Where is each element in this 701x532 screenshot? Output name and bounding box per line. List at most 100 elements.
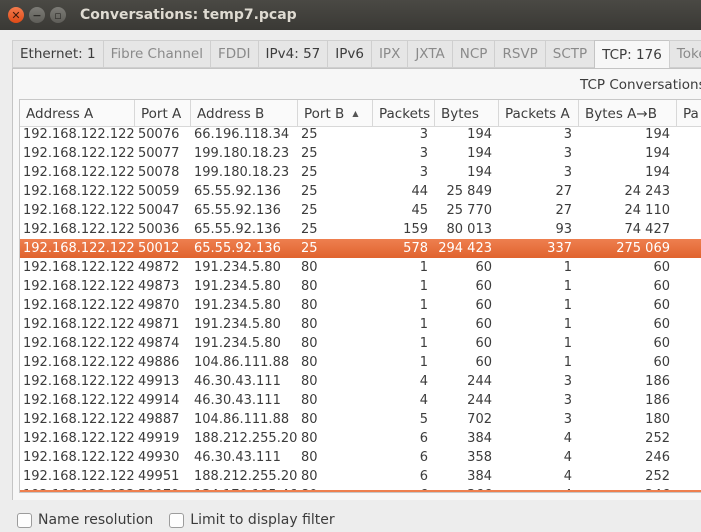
column-header-bytes[interactable]: Bytes [435,100,499,127]
table-cell: 80 [301,355,318,370]
column-header-port-b[interactable]: Port B ▲ [298,100,373,127]
table-row[interactable]: 192.168.122.122 49870 191.234.5.80 80 1 60 1 60 [20,296,701,315]
table-row[interactable]: 192.168.122.122 49886 104.86.111.88 80 1 60 1 6… [20,353,701,372]
table-cell: 191.234.5.80 [194,336,281,351]
table-row[interactable]: 192.168.122.122 49874 191.234.5.80 80 1 60 1 60 [20,334,701,353]
table-cell: 1 [419,317,428,332]
table-cell: 74 427 [624,222,671,237]
table-cell: 194 [467,146,492,161]
table-row[interactable]: 192.168.122.122 49872 191.234.5.80 80 1 60 1 60 [20,258,701,277]
maximize-window-button[interactable]: ▫ [50,7,66,23]
minimize-window-button[interactable]: − [29,7,45,23]
table-cell: 104.86.111.88 [194,412,290,427]
table-row[interactable]: 192.168.122.122 49871 191.234.5.80 80 1 60 1 60 [20,315,701,334]
minimize-icon: − [32,8,42,22]
table-cell: 49873 [138,279,180,294]
tab-jxta[interactable]: JXTA [407,40,452,68]
table-cell: 1 [419,260,428,275]
table-cell: 65.55.92.136 [194,203,281,218]
tab-ethernet-1[interactable]: Ethernet: 1 [12,40,103,68]
table-cell: 66.196.118.34 [194,127,290,142]
column-header-label: Pa [683,105,699,122]
table-cell: 192.168.122.122 [23,355,135,370]
table-row[interactable]: 192.168.122.122 50047 65.55.92.136 25 45 25 7… [20,201,701,220]
table-cell: 192.168.122.122 [23,393,135,408]
table-cell: 80 [301,279,318,294]
table-cell: 194 [645,146,670,161]
table-cell: 60 [475,336,492,351]
column-header-port-a[interactable]: Port A [135,100,191,127]
table-cell: 80 [301,431,318,446]
window-title: Conversations: temp7.pcap [80,7,297,23]
table-cell: 180 [645,412,670,427]
column-header-pa[interactable]: Pa [677,100,701,127]
column-header-bytes-a-b[interactable]: Bytes A→B [579,100,677,127]
table-row[interactable]: 192.168.122.122 50078 199.180.18.23 25 3 194 3… [20,163,701,182]
column-header-address-a[interactable]: Address A [20,100,135,127]
table-cell: 25 [301,127,318,142]
tab-fibre-channel[interactable]: Fibre Channel [102,40,210,68]
table-cell: 3 [419,165,428,180]
name-resolution-checkbox[interactable]: Name resolution [17,512,153,528]
tab-tcp-176[interactable]: TCP: 176 [594,40,669,69]
table-row-selected[interactable]: 192.168.122.122 50012 65.55.92.136 25 578 294… [20,239,701,258]
tab-ipx[interactable]: IPX [370,40,408,68]
table-cell: 49871 [138,317,180,332]
horizontal-scrollbar[interactable] [20,490,701,492]
table-cell: 192.168.122.122 [23,203,135,218]
table-cell: 186 [645,374,670,389]
table-cell: 46.30.43.111 [194,393,281,408]
table-cell: 27 [555,184,572,199]
limit-filter-label: Limit to display filter [190,512,335,528]
tab-sctp[interactable]: SCTP [544,40,595,68]
table-row[interactable]: 192.168.122.122 50077 199.180.18.23 25 3 194 3… [20,144,701,163]
table-cell: 50059 [138,184,180,199]
table-cell: 188.212.255.202 [194,431,298,446]
table-row[interactable]: 192.168.122.122 49873 191.234.5.80 80 1 60 1 60 [20,277,701,296]
table-cell: 192.168.122.122 [23,127,135,142]
table-cell: 24 243 [624,184,671,199]
table-row[interactable]: 192.168.122.122 49930 46.30.43.111 80 6 358 4 2… [20,448,701,467]
table-row[interactable]: 192.168.122.122 50076 66.196.118.34 25 3 194 3… [20,125,701,144]
column-header-packets[interactable]: Packets [373,100,435,127]
table-cell: 188.212.255.202 [194,469,298,484]
tab-fddi[interactable]: FDDI [209,40,258,68]
close-window-button[interactable]: ✕ [8,7,24,23]
conversations-table[interactable]: Address A Port A Address B Port B ▲ Packets By… [19,99,701,493]
table-cell: 192.168.122.122 [23,222,135,237]
tab-toke[interactable]: Toke [668,40,701,68]
column-header-packets-a[interactable]: Packets A [499,100,579,127]
table-row[interactable]: 192.168.122.122 49913 46.30.43.111 80 4 244 3 1… [20,372,701,391]
checkbox-box[interactable] [17,512,32,528]
tab-ipv4-57[interactable]: IPv4: 57 [257,40,328,68]
table-row[interactable]: 192.168.122.122 49951 188.212.255.202 80 6 38… [20,467,701,486]
table-row[interactable]: 192.168.122.122 49887 104.86.111.88 80 5 702 3… [20,410,701,429]
table-cell: 25 [301,165,318,180]
table-cell: 93 [555,222,572,237]
table-cell: 25 849 [446,184,493,199]
table-cell: 80 [301,412,318,427]
table-cell: 60 [475,317,492,332]
table-cell: 1 [563,317,572,332]
table-row[interactable]: 192.168.122.122 49919 188.212.255.202 80 6 38… [20,429,701,448]
column-header-address-b[interactable]: Address B [191,100,298,127]
limit-to-filter-checkbox[interactable]: Limit to display filter [169,512,335,528]
protocol-tabs: Ethernet: 1 Fibre Channel FDDI IPv4: 57 IPv6… [12,40,701,69]
checkbox-box[interactable] [169,512,185,528]
table-row[interactable]: 192.168.122.122 49914 46.30.43.111 80 4 244 3 1… [20,391,701,410]
tab-rsvp[interactable]: RSVP [494,40,545,68]
maximize-icon: ▫ [54,8,62,22]
table-cell: 6 [419,431,428,446]
table-cell: 49874 [138,336,180,351]
table-cell: 25 770 [446,203,493,218]
table-cell: 60 [475,355,492,370]
column-header-label: Bytes [441,105,479,122]
table-cell: 65.55.92.136 [194,184,281,199]
table-cell: 50076 [138,127,180,142]
tab-ncp[interactable]: NCP [451,40,495,68]
table-cell: 50077 [138,146,180,161]
table-row[interactable]: 192.168.122.122 50036 65.55.92.136 25 159 80 … [20,220,701,239]
table-cell: 60 [653,336,670,351]
table-row[interactable]: 192.168.122.122 50059 65.55.92.136 25 44 25 8… [20,182,701,201]
tab-ipv6[interactable]: IPv6 [327,40,371,68]
